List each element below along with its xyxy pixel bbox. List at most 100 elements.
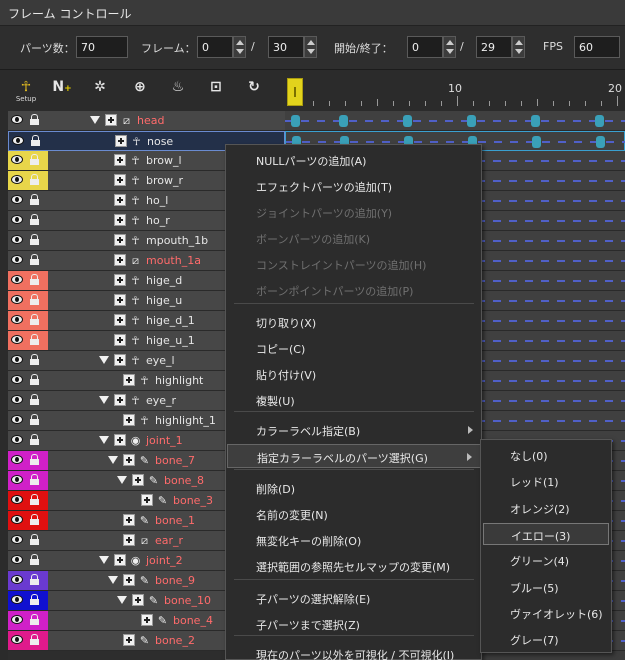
visibility-eye-icon[interactable] — [11, 575, 23, 584]
keyframe-marker[interactable] — [595, 115, 604, 127]
lock-icon[interactable] — [30, 414, 39, 426]
bake-icon[interactable]: ⊡ — [204, 78, 228, 102]
playhead-handle[interactable] — [287, 78, 303, 106]
context-menu-item[interactable]: 名前の変更(N) — [227, 502, 481, 526]
visibility-eye-icon[interactable] — [11, 175, 23, 184]
expand-triangle-icon[interactable] — [117, 596, 127, 604]
lock-icon[interactable] — [30, 214, 39, 226]
lock-icon[interactable] — [30, 534, 39, 546]
expand-plus-icon[interactable] — [114, 334, 126, 346]
context-menu-item[interactable]: NULLパーツの追加(A) — [227, 148, 481, 172]
visibility-eye-icon[interactable] — [11, 215, 23, 224]
expand-plus-icon[interactable] — [114, 554, 126, 566]
visibility-eye-icon[interactable] — [11, 595, 23, 604]
expand-triangle-icon[interactable] — [99, 356, 109, 364]
visibility-eye-icon[interactable] — [11, 615, 23, 624]
visibility-eye-icon[interactable] — [11, 335, 23, 344]
frame-total-input[interactable]: 30 — [268, 36, 304, 58]
submenu-item[interactable]: オレンジ(2) — [483, 497, 609, 519]
lock-icon[interactable] — [30, 474, 39, 486]
frame-input[interactable]: 0 — [197, 36, 233, 58]
context-menu-item[interactable]: エフェクトパーツの追加(T) — [227, 174, 481, 198]
submenu-item[interactable]: グリーン(4) — [483, 549, 609, 571]
context-menu-item[interactable]: コピー(C) — [227, 336, 481, 360]
context-menu-item[interactable]: 無変化キーの削除(O) — [227, 528, 481, 552]
lock-icon[interactable] — [30, 314, 39, 326]
context-menu-item[interactable]: 現在のパーツ以外を可視化 / 不可視化(I) — [227, 642, 481, 660]
expand-plus-icon[interactable] — [123, 514, 135, 526]
expand-plus-icon[interactable] — [141, 494, 153, 506]
visibility-eye-icon[interactable] — [11, 635, 23, 644]
visibility-eye-icon[interactable] — [11, 515, 23, 524]
expand-triangle-icon[interactable] — [99, 396, 109, 404]
visibility-eye-icon[interactable] — [11, 555, 23, 564]
lock-icon[interactable] — [30, 334, 39, 346]
context-menu-item[interactable]: 指定カラーラベルのパーツ選択(G) — [227, 444, 481, 468]
submenu-item[interactable]: なし(0) — [483, 444, 609, 466]
visibility-eye-icon[interactable] — [11, 235, 23, 244]
timeline-ruler[interactable]: 10 20 — [285, 80, 625, 110]
keyframe-marker[interactable] — [531, 115, 540, 127]
expand-plus-icon[interactable] — [114, 274, 126, 286]
start-frame-spinner[interactable] — [443, 36, 456, 58]
add-null-icon[interactable]: N+ — [50, 78, 74, 102]
lock-icon[interactable] — [30, 594, 39, 606]
context-menu-item[interactable]: 選択範囲の参照先セルマップの変更(M) — [227, 554, 481, 578]
setup-icon[interactable]: ☥ Setup — [14, 78, 38, 103]
keyframe-marker[interactable] — [403, 115, 412, 127]
visibility-eye-icon[interactable] — [11, 435, 23, 444]
visibility-eye-icon[interactable] — [11, 115, 23, 124]
expand-plus-icon[interactable] — [114, 254, 126, 266]
expand-triangle-icon[interactable] — [108, 576, 118, 584]
keyframe-marker[interactable] — [532, 136, 541, 148]
lock-icon[interactable] — [30, 614, 39, 626]
expand-plus-icon[interactable] — [114, 154, 126, 166]
lock-icon[interactable] — [30, 434, 39, 446]
expand-plus-icon[interactable] — [114, 434, 126, 446]
visibility-eye-icon[interactable] — [11, 315, 23, 324]
context-menu-item[interactable]: 子パーツまで選択(Z) — [227, 612, 481, 636]
expand-plus-icon[interactable] — [114, 174, 126, 186]
visibility-eye-icon[interactable] — [11, 535, 23, 544]
frame-total-spinner[interactable] — [304, 36, 317, 58]
context-menu-item[interactable]: 貼り付け(V) — [227, 362, 481, 386]
expand-triangle-icon[interactable] — [90, 116, 100, 124]
context-menu-item[interactable]: 削除(D) — [227, 476, 481, 500]
parts-count-field[interactable]: 70 — [76, 36, 128, 58]
visibility-eye-icon[interactable] — [11, 495, 23, 504]
expand-plus-icon[interactable] — [114, 394, 126, 406]
visibility-eye-icon[interactable] — [11, 195, 23, 204]
visibility-eye-icon[interactable] — [11, 375, 23, 384]
add-effect-icon[interactable]: ✲ — [88, 78, 112, 102]
expand-plus-icon[interactable] — [132, 594, 144, 606]
keyframe-marker[interactable] — [467, 115, 476, 127]
lock-icon[interactable] — [30, 274, 39, 286]
lock-icon[interactable] — [30, 114, 39, 126]
keyframe-marker[interactable] — [339, 115, 348, 127]
lock-icon[interactable] — [30, 154, 39, 166]
expand-plus-icon[interactable] — [115, 135, 127, 147]
fps-input[interactable]: 60 — [574, 36, 620, 58]
expand-triangle-icon[interactable] — [99, 436, 109, 444]
start-frame-input[interactable]: 0 — [407, 36, 443, 58]
visibility-eye-icon[interactable] — [11, 415, 23, 424]
expand-plus-icon[interactable] — [123, 634, 135, 646]
lock-icon[interactable] — [30, 194, 39, 206]
expand-triangle-icon[interactable] — [99, 556, 109, 564]
expand-plus-icon[interactable] — [123, 414, 135, 426]
visibility-eye-icon[interactable] — [11, 395, 23, 404]
end-frame-input[interactable]: 29 — [476, 36, 512, 58]
lock-icon[interactable] — [30, 294, 39, 306]
lock-icon[interactable] — [30, 554, 39, 566]
lock-icon[interactable] — [30, 374, 39, 386]
visibility-eye-icon[interactable] — [11, 355, 23, 364]
expand-plus-icon[interactable] — [114, 314, 126, 326]
end-frame-spinner[interactable] — [512, 36, 525, 58]
keyframe-marker[interactable] — [291, 115, 300, 127]
lock-icon[interactable] — [30, 394, 39, 406]
keyframe-marker[interactable] — [596, 136, 605, 148]
visibility-eye-icon[interactable] — [11, 295, 23, 304]
lock-icon[interactable] — [30, 634, 39, 646]
visibility-eye-icon[interactable] — [11, 275, 23, 284]
expand-plus-icon[interactable] — [114, 294, 126, 306]
